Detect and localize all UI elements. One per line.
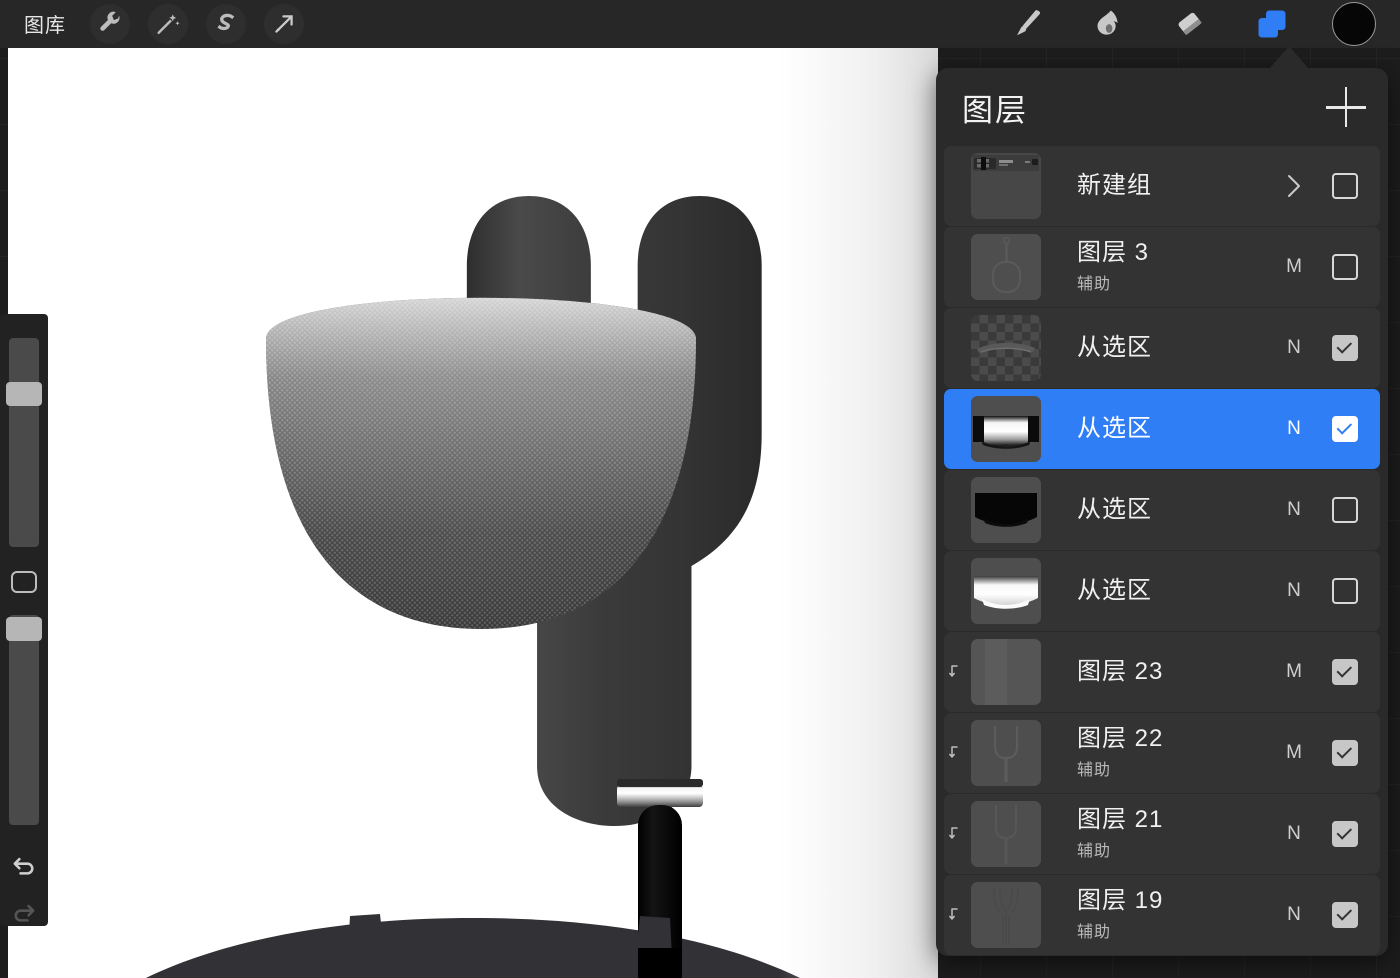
layer-label-group: 从选区 [1077, 333, 1272, 361]
layer-sublabel: 辅助 [1077, 762, 1112, 780]
layers-panel-header: 图层 [936, 68, 1388, 146]
layers-icon[interactable] [1250, 4, 1294, 44]
layer-name: 图层 21 [1077, 805, 1164, 833]
app-root: 图库 图层 新建组 图层 3 辅助 M 从选区 N 从选区 N 从选区 N 从选… [0, 0, 1400, 978]
chevron-right-icon[interactable] [1272, 171, 1316, 201]
layer-label-group: 新建组 [1077, 171, 1272, 199]
layer-label-group: 从选区 [1077, 414, 1272, 442]
layer-thumbnail[interactable] [971, 720, 1041, 786]
redo-icon[interactable] [7, 898, 41, 926]
blend-mode-label[interactable]: N [1272, 580, 1316, 602]
toolbar-right-group [1004, 2, 1400, 46]
layer-row[interactable]: 从选区 N [944, 470, 1380, 550]
layer-visibility-checkbox[interactable] [1332, 335, 1358, 361]
layer-name: 新建组 [1077, 171, 1152, 199]
layer-thumbnail[interactable] [971, 558, 1041, 624]
toolbar-left-group: 图库 [0, 4, 304, 44]
layer-label-group: 图层 23 [1077, 657, 1272, 685]
brush-size-slider[interactable] [6, 338, 42, 548]
layer-row[interactable]: 图层 3 辅助 M [944, 227, 1380, 307]
blend-mode-label[interactable]: M [1272, 256, 1316, 278]
eraser-icon[interactable] [1168, 4, 1212, 44]
clipping-mask-icon [946, 906, 968, 924]
layer-thumbnail[interactable] [971, 639, 1041, 705]
layer-visibility-checkbox[interactable] [1332, 902, 1358, 928]
blend-mode-label[interactable]: N [1272, 418, 1316, 440]
layer-visibility-checkbox[interactable] [1332, 173, 1358, 199]
layer-name: 从选区 [1077, 576, 1152, 604]
layer-thumbnail[interactable] [971, 477, 1041, 543]
canvas-base-shape [280, 914, 727, 978]
layer-name: 图层 22 [1077, 724, 1164, 752]
layer-row[interactable]: 图层 19 辅助 N [944, 875, 1380, 955]
brush-size-thumb[interactable] [6, 382, 42, 406]
layer-name: 从选区 [1077, 414, 1152, 442]
clipping-mask-icon [946, 663, 968, 681]
smudge-icon[interactable] [1086, 4, 1130, 44]
layer-visibility-checkbox[interactable] [1332, 659, 1358, 685]
gallery-button[interactable]: 图库 [18, 7, 72, 42]
clipping-mask-icon [946, 744, 968, 762]
layer-row[interactable]: 从选区 N [944, 308, 1380, 388]
layer-thumbnail[interactable] [971, 234, 1041, 300]
layer-name: 从选区 [1077, 495, 1152, 523]
layer-visibility-checkbox[interactable] [1332, 740, 1358, 766]
layer-row[interactable]: 图层 21 辅助 N [944, 794, 1380, 874]
wrench-icon[interactable] [90, 4, 130, 44]
drawing-canvas[interactable] [8, 48, 938, 978]
layer-thumbnail[interactable] [971, 882, 1041, 948]
blend-mode-label[interactable]: M [1272, 742, 1316, 764]
paintbrush-icon[interactable] [1004, 4, 1048, 44]
layer-row[interactable]: 图层 23 M [944, 632, 1380, 712]
layer-thumbnail[interactable] [971, 315, 1041, 381]
layer-sublabel: 辅助 [1077, 843, 1112, 861]
blend-mode-label[interactable]: M [1272, 661, 1316, 683]
top-toolbar: 图库 [0, 0, 1400, 48]
layer-visibility-checkbox[interactable] [1332, 416, 1358, 442]
blend-mode-label[interactable]: N [1272, 337, 1316, 359]
layer-thumbnail[interactable] [971, 801, 1041, 867]
selection-s-icon[interactable] [206, 4, 246, 44]
add-layer-button[interactable] [1326, 87, 1366, 127]
panel-pointer-triangle [1269, 46, 1309, 69]
transform-arrow-icon[interactable] [264, 4, 304, 44]
opacity-slider[interactable] [6, 615, 42, 825]
layer-name: 图层 19 [1077, 886, 1164, 914]
clipping-mask-icon [946, 825, 968, 843]
layer-label-group: 图层 3 辅助 [1077, 238, 1272, 294]
layer-label-group: 从选区 [1077, 495, 1272, 523]
layer-label-group: 图层 21 辅助 [1077, 805, 1272, 861]
layer-row[interactable]: 从选区 N [944, 389, 1380, 469]
layer-row[interactable]: 图层 22 辅助 M [944, 713, 1380, 793]
blend-mode-label[interactable]: N [1272, 904, 1316, 926]
layer-row[interactable]: 新建组 [944, 146, 1380, 226]
layers-list[interactable]: 新建组 图层 3 辅助 M 从选区 N 从选区 N 从选区 N 从选区 N 图层… [936, 146, 1388, 956]
opacity-thumb[interactable] [6, 617, 42, 642]
layer-row[interactable]: 从选区 N [944, 551, 1380, 631]
layer-name: 图层 3 [1077, 238, 1150, 266]
layer-thumbnail[interactable] [971, 396, 1041, 462]
color-swatch[interactable] [1332, 2, 1376, 46]
layer-visibility-checkbox[interactable] [1332, 497, 1358, 523]
layer-thumbnail[interactable] [971, 153, 1041, 219]
layer-sublabel: 辅助 [1077, 924, 1112, 942]
blend-mode-label[interactable]: N [1272, 823, 1316, 845]
layer-visibility-checkbox[interactable] [1332, 578, 1358, 604]
layer-label-group: 图层 22 辅助 [1077, 724, 1272, 780]
layer-name: 从选区 [1077, 333, 1152, 361]
layer-visibility-checkbox[interactable] [1332, 821, 1358, 847]
layers-panel: 图层 新建组 图层 3 辅助 M 从选区 N 从选区 N 从选区 N 从选区 N… [936, 68, 1388, 956]
blend-mode-label[interactable]: N [1272, 499, 1316, 521]
layer-visibility-checkbox[interactable] [1332, 254, 1358, 280]
left-sidebar [0, 314, 48, 926]
modify-button[interactable] [11, 571, 37, 594]
layer-label-group: 从选区 [1077, 576, 1272, 604]
magic-wand-icon[interactable] [148, 4, 188, 44]
layers-panel-title: 图层 [962, 92, 1028, 128]
layer-sublabel: 辅助 [1077, 276, 1112, 294]
layer-label-group: 图层 19 辅助 [1077, 886, 1272, 942]
layer-name: 图层 23 [1077, 657, 1164, 685]
undo-icon[interactable] [7, 851, 41, 879]
